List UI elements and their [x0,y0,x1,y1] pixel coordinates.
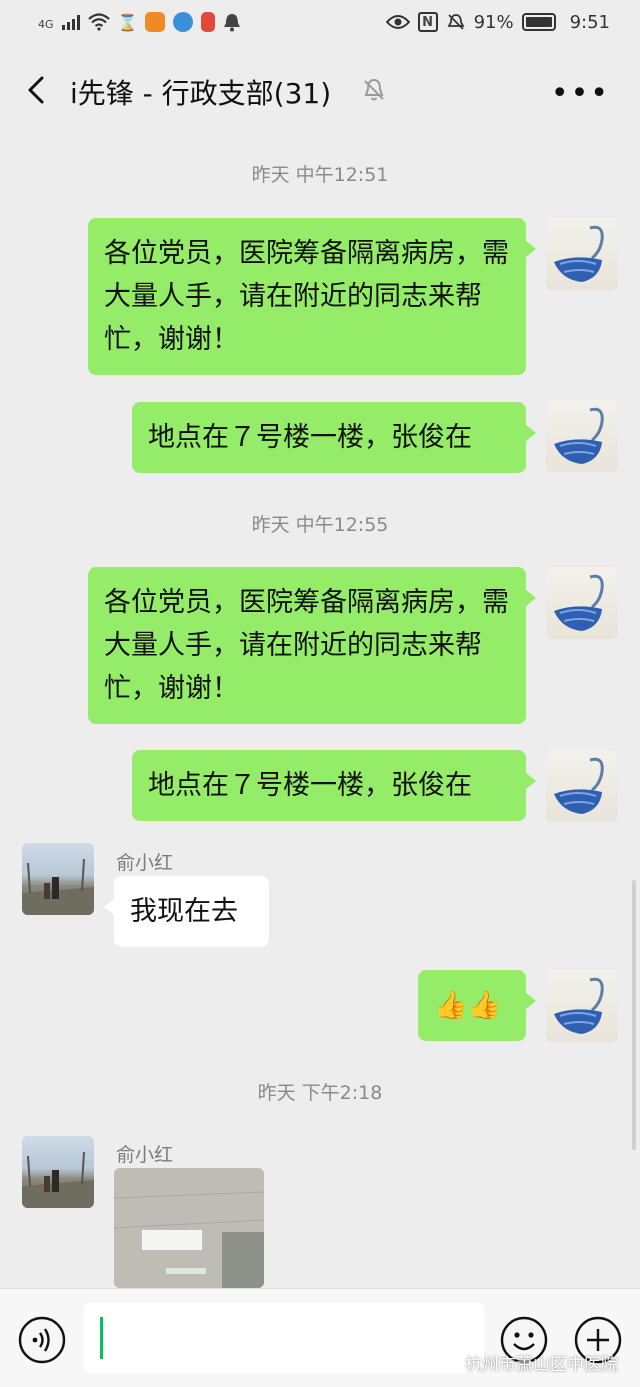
contact-message-bubble[interactable]: 我现在去 [104,876,269,947]
chat-title: i先锋 - 行政支部(31) [70,77,332,110]
silent-bell-icon [446,12,466,32]
message-text: 我现在去 [130,896,238,927]
app-browser-icon [173,12,194,32]
image-message[interactable] [114,1168,264,1288]
status-right: N 91% 9:51 [385,11,610,33]
status-bar: 4G ⌛ N 91% 9:51 [0,0,640,44]
message-text: 各位党员，医院筹备隔离病房，需大量人手，请在附近的同志来帮忙，谢谢！ [104,587,509,704]
street-photo-icon [22,1151,94,1208]
eye-icon [385,14,410,30]
message-text: 👍👍 [434,990,502,1021]
swan-icon [554,977,604,1034]
nfc-icon: N [417,12,438,32]
app-video-icon [145,12,166,32]
swan-icon [554,407,604,464]
street-photo-icon [22,858,94,915]
scrollbar[interactable] [632,880,636,1150]
app-red-icon [201,12,216,32]
more-icon: ••• [550,76,610,111]
my-avatar[interactable] [546,400,618,472]
battery-icon [521,13,556,31]
ceiling-photo-icon [114,1168,264,1288]
more-button[interactable]: ••• [551,76,610,111]
swan-icon [554,225,604,282]
my-message-bubble[interactable]: 地点在７号楼一楼，张俊在 [132,402,536,473]
mute-icon [360,76,388,104]
chat-header: i先锋 - 行政支部(31) ••• [0,50,640,130]
back-icon [28,76,44,104]
hourglass-icon: ⌛ [117,12,138,32]
timestamp: 昨天 中午12:51 [251,164,389,186]
my-message-bubble[interactable]: 地点在７号楼一楼，张俊在 [132,750,536,821]
my-avatar[interactable] [546,567,618,639]
my-message-bubble[interactable]: 各位党员，医院筹备隔离病房，需大量人手，请在附近的同志来帮忙，谢谢！ [88,567,536,724]
status-left: 4G ⌛ [38,12,241,32]
back-button[interactable] [18,70,58,110]
contact-avatar[interactable] [22,843,94,915]
watermark-text: 杭州市萧山区中医院 [465,1355,618,1375]
network-type: 4G [38,18,54,31]
battery-percent: 91% [473,11,514,33]
my-message-bubble[interactable]: 👍👍 [418,970,536,1041]
app-bell-icon [223,12,241,32]
watermark: 杭州市萧山区中医院 [439,1350,618,1375]
message-text: 各位党员，医院筹备隔离病房，需大量人手，请在附近的同志来帮忙，谢谢！ [104,238,509,355]
sender-name: 俞小红 [116,1144,174,1166]
my-message-bubble[interactable]: 各位党员，医院筹备隔离病房，需大量人手，请在附近的同志来帮忙，谢谢！ [88,218,536,375]
voice-button[interactable] [18,1316,66,1364]
swan-icon [554,574,604,631]
signal-icon [61,14,80,30]
swan-icon [554,757,604,814]
timestamp: 昨天 中午12:55 [251,514,389,536]
timestamp: 昨天 下午2:18 [257,1082,383,1104]
sender-name: 俞小红 [116,852,174,874]
my-avatar[interactable] [546,218,618,290]
wechat-logo-icon [439,1354,461,1371]
my-avatar[interactable] [546,970,618,1042]
message-input[interactable] [84,1303,484,1373]
message-text: 地点在７号楼一楼，张俊在 [148,422,472,453]
wifi-icon [87,13,110,31]
text-caret [100,1317,103,1359]
message-text: 地点在７号楼一楼，张俊在 [148,770,472,801]
voice-icon [18,1316,66,1364]
clock: 9:51 [569,11,610,33]
contact-avatar[interactable] [22,1136,94,1208]
my-avatar[interactable] [546,750,618,822]
